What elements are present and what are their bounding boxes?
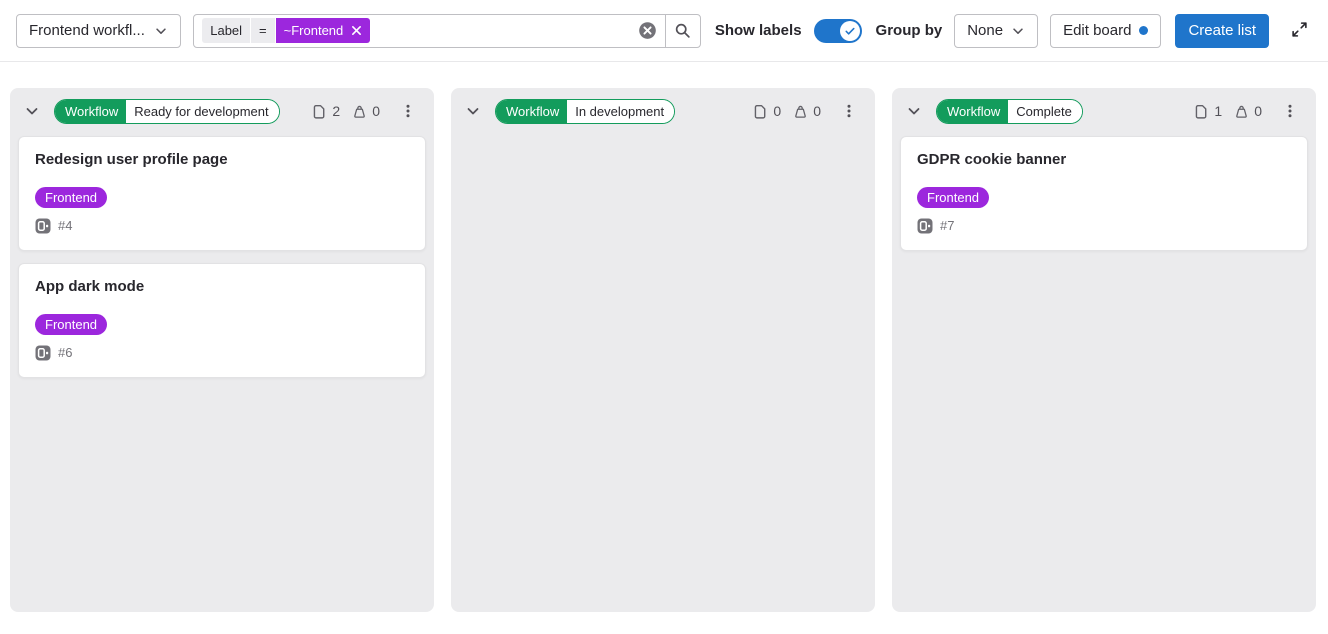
filter-token-operator[interactable]: = [251, 18, 275, 43]
list-scoped-label[interactable]: Workflow Complete [936, 99, 1083, 124]
kebab-menu-icon [400, 103, 416, 119]
board-switcher-dropdown[interactable]: Frontend workfl... [16, 14, 181, 48]
list-header: Workflow In development 0 0 [451, 88, 875, 134]
search-button[interactable] [665, 15, 700, 47]
list-header: Workflow Complete 1 0 [892, 88, 1316, 134]
card-list: GDPR cookie banner Frontend #7 [892, 134, 1316, 259]
board-list-in-development: Workflow In development 0 0 [451, 88, 875, 612]
collapse-list-button[interactable] [22, 101, 42, 121]
weight-icon [1234, 104, 1249, 119]
board-list-ready-for-development: Workflow Ready for development 2 0 Rede [10, 88, 434, 612]
toggle-knob [840, 21, 860, 41]
issue-count-icon [753, 104, 768, 119]
unsaved-changes-dot [1139, 26, 1148, 35]
search-icon [674, 22, 691, 39]
list-actions-button[interactable] [1278, 101, 1302, 121]
clear-filter-button[interactable] [630, 15, 665, 47]
weight-icon [352, 104, 367, 119]
chevron-down-icon [154, 24, 168, 38]
card-reference: #6 [35, 345, 409, 361]
collapse-list-button[interactable] [904, 101, 924, 121]
list-meta: 2 0 [312, 101, 420, 121]
kebab-menu-icon [841, 103, 857, 119]
issue-count: 1 [1194, 103, 1222, 119]
total-weight: 0 [352, 103, 380, 119]
total-weight: 0 [793, 103, 821, 119]
issue-count: 2 [312, 103, 340, 119]
issue-count-icon [1194, 104, 1209, 119]
issue-type-icon [35, 218, 51, 234]
list-scoped-label[interactable]: Workflow Ready for development [54, 99, 280, 124]
card-label[interactable]: Frontend [35, 187, 107, 208]
card-title: App dark mode [35, 278, 409, 297]
issue-type-icon [35, 345, 51, 361]
card-list [451, 134, 875, 144]
board-switcher-label: Frontend workfl... [29, 22, 145, 39]
card-label[interactable]: Frontend [917, 187, 989, 208]
filter-token: Label = ~Frontend [202, 18, 630, 43]
board-list-complete: Workflow Complete 1 0 GDPR cookie banne [892, 88, 1316, 612]
issue-card[interactable]: Redesign user profile page Frontend #4 [18, 136, 426, 251]
card-title: GDPR cookie banner [917, 151, 1291, 170]
card-reference: #7 [917, 218, 1291, 234]
group-by-label: Group by [876, 22, 943, 39]
board-toolbar: Frontend workfl... Label = ~Frontend Sho… [0, 0, 1328, 62]
create-list-button[interactable]: Create list [1175, 14, 1269, 48]
card-list: Redesign user profile page Frontend #4 A… [10, 134, 434, 386]
group-by-value: None [967, 22, 1003, 39]
list-actions-button[interactable] [396, 101, 420, 121]
filter-token-value[interactable]: ~Frontend [276, 18, 371, 43]
issue-type-icon [917, 218, 933, 234]
filter-bar[interactable]: Label = ~Frontend [193, 14, 701, 48]
weight-icon [793, 104, 808, 119]
card-title: Redesign user profile page [35, 151, 409, 170]
issue-board: Workflow Ready for development 2 0 Rede [0, 62, 1328, 612]
show-labels-label: Show labels [715, 22, 802, 39]
list-scoped-label[interactable]: Workflow In development [495, 99, 675, 124]
list-header: Workflow Ready for development 2 0 [10, 88, 434, 134]
clear-filter-icon [638, 21, 657, 40]
filter-token-key[interactable]: Label [202, 18, 250, 43]
chevron-down-icon [1011, 24, 1025, 38]
chevron-down-icon [24, 103, 40, 119]
remove-token-icon[interactable] [351, 25, 362, 36]
list-actions-button[interactable] [837, 101, 861, 121]
list-meta: 1 0 [1194, 101, 1302, 121]
edit-board-button[interactable]: Edit board [1050, 14, 1161, 48]
check-icon [844, 25, 856, 37]
kebab-menu-icon [1282, 103, 1298, 119]
fullscreen-button[interactable] [1287, 17, 1312, 45]
chevron-down-icon [465, 103, 481, 119]
card-label[interactable]: Frontend [35, 314, 107, 335]
issue-card[interactable]: GDPR cookie banner Frontend #7 [900, 136, 1308, 251]
issue-count: 0 [753, 103, 781, 119]
issue-count-icon [312, 104, 327, 119]
group-by-dropdown[interactable]: None [954, 14, 1038, 48]
show-labels-toggle[interactable] [814, 19, 862, 43]
issue-card[interactable]: App dark mode Frontend #6 [18, 263, 426, 378]
expand-icon [1291, 21, 1308, 38]
card-reference: #4 [35, 218, 409, 234]
total-weight: 0 [1234, 103, 1262, 119]
chevron-down-icon [906, 103, 922, 119]
collapse-list-button[interactable] [463, 101, 483, 121]
list-meta: 0 0 [753, 101, 861, 121]
